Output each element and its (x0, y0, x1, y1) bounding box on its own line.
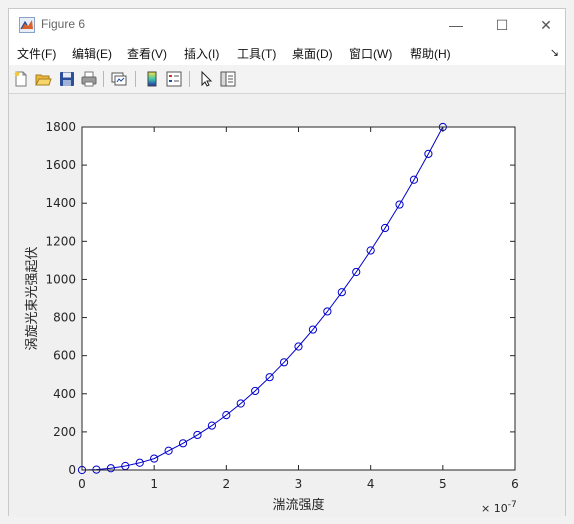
axes-background (82, 127, 515, 470)
toolbar (9, 65, 565, 94)
new-figure-icon[interactable] (12, 70, 30, 88)
menu-window[interactable]: 窗口(W) (349, 45, 392, 62)
select-arrow-icon[interactable] (197, 70, 215, 88)
property-inspector-icon[interactable] (219, 70, 237, 88)
print-icon[interactable] (80, 70, 98, 88)
y-tick-label: 0 (68, 463, 76, 477)
y-tick-label: 600 (53, 349, 76, 363)
x-tick-label: 0 (78, 477, 86, 491)
legend-icon[interactable] (165, 70, 183, 88)
x-tick-label: 4 (367, 477, 375, 491)
y-tick-label: 1000 (45, 272, 76, 286)
menu-overflow-icon[interactable]: ↘ (550, 46, 559, 59)
toolbar-separator (103, 71, 104, 87)
menu-tools[interactable]: 工具(T) (237, 45, 276, 62)
figure-canvas: 0 1 2 3 4 5 6 0 200 400 600 800 1000 1200 1400 1600 1800… (9, 94, 565, 517)
link-plot-icon[interactable] (110, 70, 128, 88)
x-tick-label: 2 (223, 477, 231, 491)
toolbar-separator (135, 71, 136, 87)
menu-bar: 文件(F) 编辑(E) 查看(V) 插入(I) 工具(T) 桌面(D) 窗口(W… (9, 41, 565, 65)
y-tick-label: 400 (53, 387, 76, 401)
figure-window: Figure 6 — ☐ ✕ 文件(F) 编辑(E) 查看(V) 插入(I) 工… (8, 8, 566, 517)
x-tick-label: 6 (511, 477, 519, 491)
x-tick-label: 3 (295, 477, 303, 491)
close-button[interactable]: ✕ (523, 9, 569, 41)
minimize-button[interactable]: — (433, 9, 479, 41)
window-title: Figure 6 (41, 17, 86, 31)
plot-svg[interactable]: 0 1 2 3 4 5 6 0 200 400 600 800 1000 1200 1400 1600 1800… (9, 94, 565, 517)
colorbar-icon[interactable] (143, 70, 161, 88)
y-tick-label: 1600 (45, 158, 76, 172)
y-tick-label: 1400 (45, 196, 76, 210)
x-tick-label: 5 (439, 477, 447, 491)
x-tick-label: 1 (150, 477, 158, 491)
x-exponent-base: × 10 (481, 502, 508, 515)
y-tick-label: 200 (53, 425, 76, 439)
menu-edit[interactable]: 编辑(E) (72, 45, 112, 62)
x-exponent-power: -7 (508, 500, 517, 510)
menu-insert[interactable]: 插入(I) (184, 45, 219, 62)
menu-file[interactable]: 文件(F) (17, 45, 56, 62)
menu-desktop[interactable]: 桌面(D) (292, 45, 333, 62)
matlab-icon (19, 17, 35, 33)
y-axis-label: 涡旋光束光强起伏 (25, 246, 40, 350)
y-tick-label: 1800 (45, 120, 76, 134)
x-axis-exponent: × 10-7 (481, 500, 517, 515)
maximize-button[interactable]: ☐ (479, 9, 525, 41)
toolbar-separator (189, 71, 190, 87)
y-tick-label: 1200 (45, 234, 76, 248)
y-tick-label: 800 (53, 311, 76, 325)
save-icon[interactable] (58, 70, 76, 88)
close-icon: ✕ (540, 16, 552, 33)
maximize-icon: ☐ (495, 16, 509, 33)
x-axis-label: 湍流强度 (272, 497, 324, 513)
menu-help[interactable]: 帮助(H) (410, 45, 451, 62)
minimize-icon: — (449, 17, 463, 33)
menu-view[interactable]: 查看(V) (127, 45, 167, 62)
open-file-icon[interactable] (34, 70, 52, 88)
title-bar: Figure 6 — ☐ ✕ (9, 9, 565, 41)
